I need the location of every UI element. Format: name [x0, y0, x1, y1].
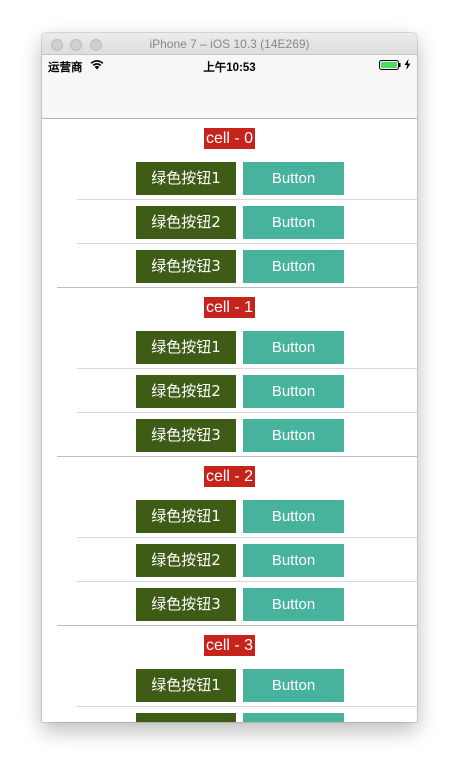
button[interactable]: Button — [243, 250, 344, 283]
green-button[interactable]: 绿色按钮3 — [136, 250, 236, 283]
button[interactable] — [243, 713, 344, 722]
navigation-bar — [42, 75, 417, 119]
table-section: cell - 0 绿色按钮1 Button 绿色按钮2 Button 绿色按钮3… — [42, 119, 417, 288]
table-row: 绿色按钮1 Button — [42, 494, 417, 538]
cell-label: cell - 1 — [203, 297, 256, 318]
bolt-icon — [404, 59, 411, 70]
green-button[interactable]: 绿色按钮3 — [136, 588, 236, 621]
button[interactable]: Button — [243, 588, 344, 621]
button[interactable]: Button — [243, 375, 344, 408]
cell-header: cell - 2 — [42, 466, 417, 488]
cell-header: cell - 0 — [42, 128, 417, 150]
table-row — [42, 707, 417, 722]
green-button[interactable]: 绿色按钮2 — [136, 375, 236, 408]
button[interactable]: Button — [243, 331, 344, 364]
table-row: 绿色按钮1 Button — [42, 156, 417, 200]
button[interactable]: Button — [243, 419, 344, 452]
status-time: 上午10:53 — [203, 62, 256, 74]
table-row: 绿色按钮2 Button — [42, 200, 417, 244]
cell-header: cell - 1 — [42, 297, 417, 319]
table-row: 绿色按钮3 Button — [42, 244, 417, 288]
green-button[interactable]: 绿色按钮2 — [136, 544, 236, 577]
cell-label: cell - 2 — [203, 466, 256, 487]
simulator-window: iPhone 7 – iOS 10.3 (14E269) 运营商 上午10:53… — [42, 33, 417, 722]
table-section: cell - 2 绿色按钮1 Button 绿色按钮2 Button 绿色按钮3… — [42, 457, 417, 626]
green-button[interactable]: 绿色按钮1 — [136, 331, 236, 364]
window-titlebar: iPhone 7 – iOS 10.3 (14E269) — [42, 33, 417, 55]
cell-label: cell - 0 — [203, 128, 256, 149]
table-section: cell - 1 绿色按钮1 Button 绿色按钮2 Button 绿色按钮3… — [42, 288, 417, 457]
green-button[interactable]: 绿色按钮3 — [136, 419, 236, 452]
button[interactable]: Button — [243, 162, 344, 195]
green-button[interactable] — [136, 713, 236, 722]
window-title: iPhone 7 – iOS 10.3 (14E269) — [149, 37, 310, 51]
green-button[interactable]: 绿色按钮1 — [136, 500, 236, 533]
cell-label: cell - 3 — [203, 635, 256, 656]
table-row: 绿色按钮1 Button — [42, 325, 417, 369]
green-button[interactable]: 绿色按钮1 — [136, 162, 236, 195]
table-row: 绿色按钮2 Button — [42, 538, 417, 582]
green-button[interactable]: 绿色按钮1 — [136, 669, 236, 702]
button[interactable]: Button — [243, 206, 344, 239]
table-view[interactable]: cell - 0 绿色按钮1 Button 绿色按钮2 Button 绿色按钮3… — [42, 119, 417, 722]
cell-header: cell - 3 — [42, 635, 417, 657]
table-section: cell - 3 绿色按钮1 Button — [42, 626, 417, 722]
button[interactable]: Button — [243, 500, 344, 533]
button[interactable]: Button — [243, 544, 344, 577]
status-bar: 运营商 上午10:53 — [42, 55, 417, 75]
table-row: 绿色按钮3 Button — [42, 582, 417, 626]
table-row: 绿色按钮2 Button — [42, 369, 417, 413]
table-row: 绿色按钮3 Button — [42, 413, 417, 457]
table-row: 绿色按钮1 Button — [42, 663, 417, 707]
battery-icon — [379, 60, 401, 70]
green-button[interactable]: 绿色按钮2 — [136, 206, 236, 239]
button[interactable]: Button — [243, 669, 344, 702]
